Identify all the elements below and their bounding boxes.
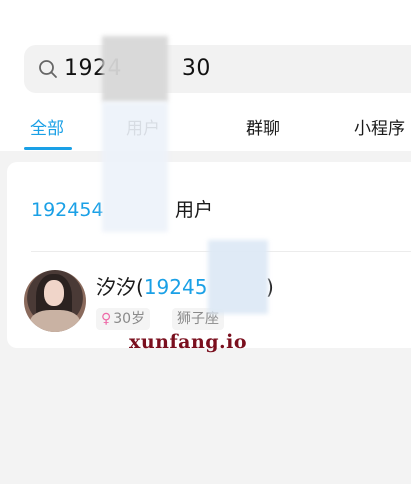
privacy-blur <box>208 240 268 314</box>
open-paren: ( <box>136 275 144 299</box>
search-icon <box>39 60 57 78</box>
search-user-result[interactable]: 192454 用户 <box>31 190 213 230</box>
tab-all[interactable]: 全部 <box>24 114 72 150</box>
user-number: 192454 <box>31 199 104 221</box>
top-panel: 全部 用户 群聊 小程序 <box>0 0 411 151</box>
avatar-face <box>44 280 64 306</box>
active-tab-underline <box>24 147 72 150</box>
avatar-body <box>30 310 80 332</box>
contact-name[interactable]: 汐汐(19245 ) <box>96 270 274 304</box>
avatar[interactable] <box>24 270 86 332</box>
search-bar[interactable] <box>24 45 411 93</box>
contact-number: 19245 <box>143 275 208 299</box>
privacy-blur <box>102 102 168 232</box>
age-tag: ♀ 30岁 <box>96 308 151 330</box>
watermark: xunfang.io <box>129 331 248 353</box>
tab-bar: 全部 用户 群聊 小程序 <box>0 114 411 150</box>
privacy-blur <box>102 36 168 102</box>
contact-nickname: 汐汐 <box>96 275 136 299</box>
age-label: 30岁 <box>113 311 146 327</box>
tab-groups[interactable]: 群聊 <box>246 114 280 150</box>
tab-label: 小程序 <box>354 119 405 139</box>
tab-label: 全部 <box>30 119 64 139</box>
female-icon: ♀ <box>101 311 112 327</box>
tab-mini-programs[interactable]: 小程序 <box>354 114 405 150</box>
tab-label: 群聊 <box>246 119 280 139</box>
user-suffix: 用户 <box>175 199 214 221</box>
